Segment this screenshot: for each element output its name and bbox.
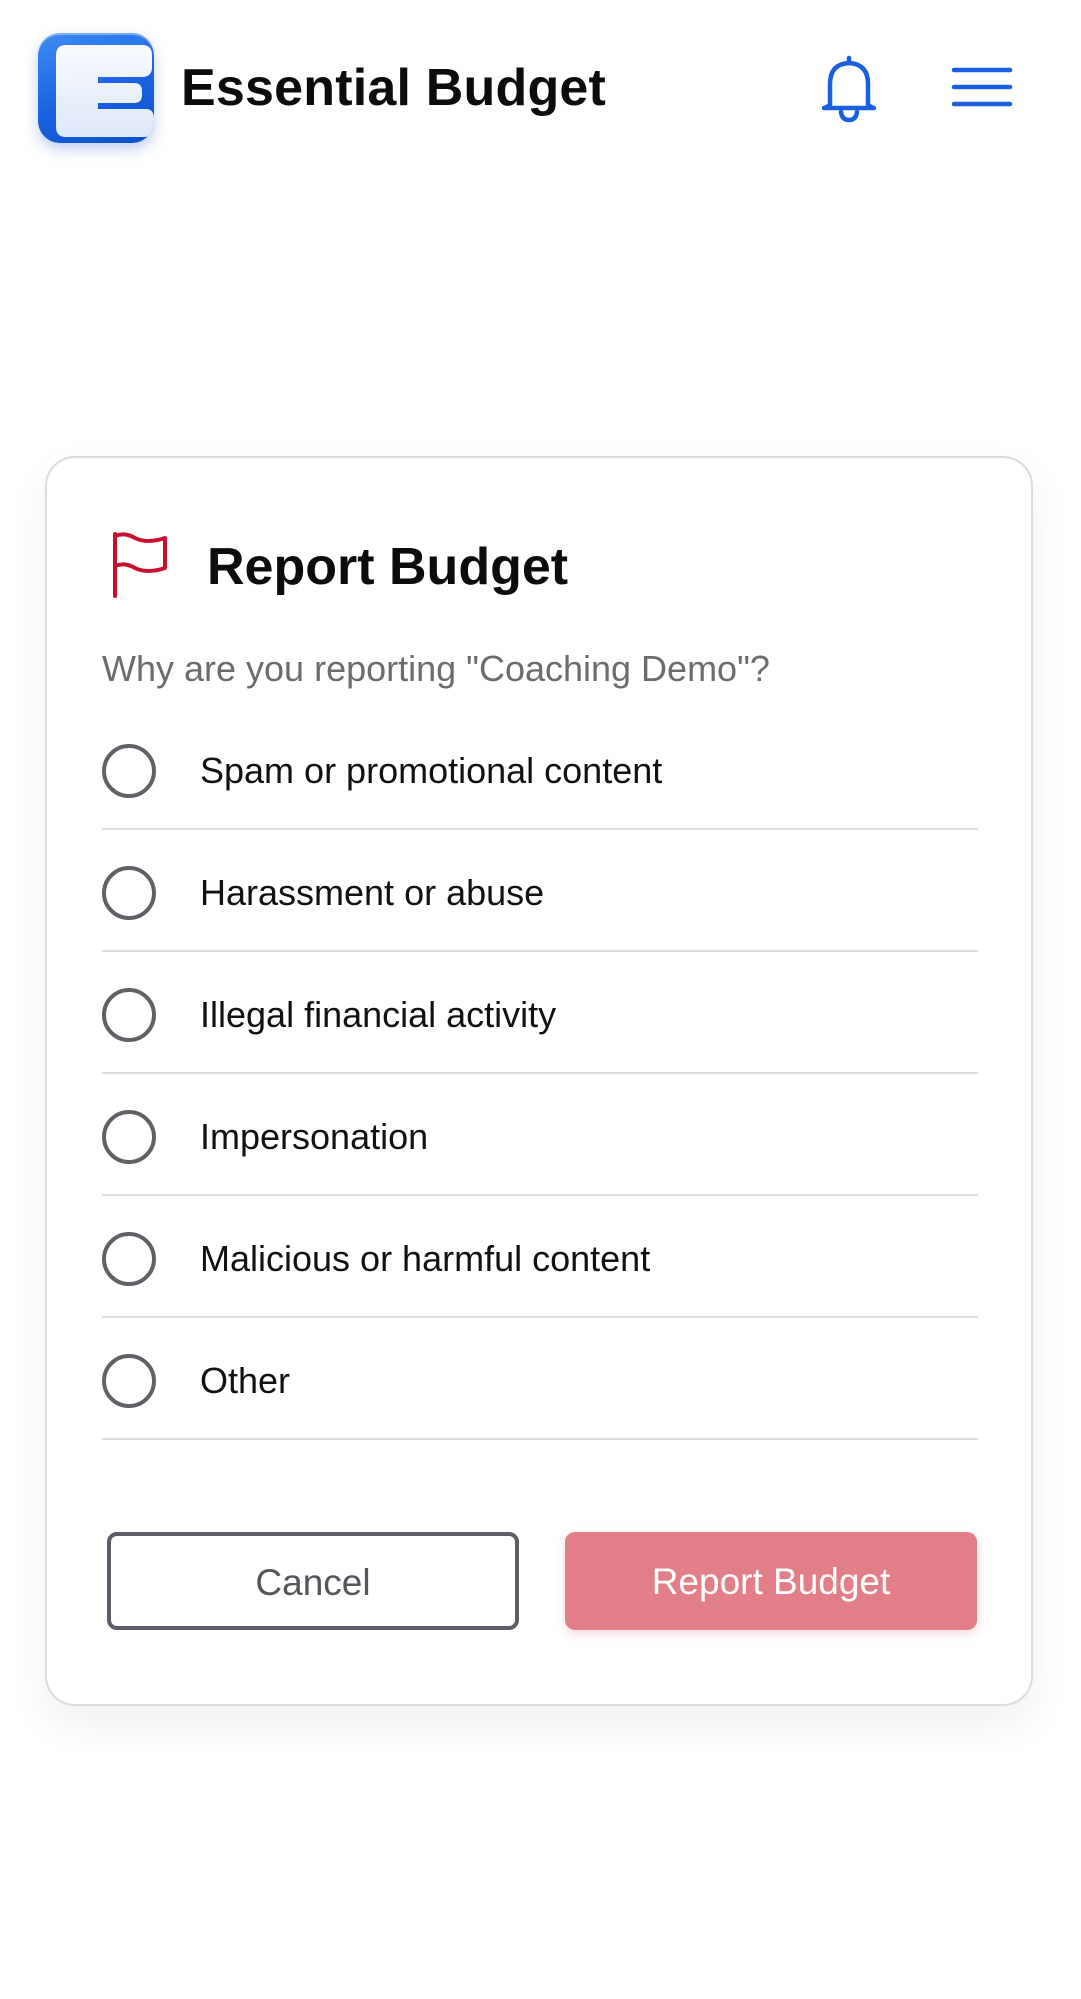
flag-icon	[107, 528, 173, 600]
radio-button[interactable]	[102, 988, 156, 1042]
report-budget-dialog: Report Budget Why are you reporting "Coa…	[45, 456, 1033, 1706]
app-title: Essential Budget	[181, 59, 607, 117]
cancel-button[interactable]: Cancel	[107, 1532, 519, 1630]
reason-option-spam[interactable]: Spam or promotional content	[102, 708, 978, 830]
reason-option-label: Illegal financial activity	[200, 994, 557, 1035]
app-logo-icon[interactable]	[38, 33, 154, 143]
reason-option-malicious[interactable]: Malicious or harmful content	[102, 1196, 978, 1318]
reason-option-impersonation[interactable]: Impersonation	[102, 1074, 978, 1196]
reason-option-illegal-activity[interactable]: Illegal financial activity	[102, 952, 978, 1074]
report-reason-options: Spam or promotional content Harassment o…	[102, 708, 978, 1440]
reason-option-label: Impersonation	[200, 1116, 429, 1157]
radio-button[interactable]	[102, 1110, 156, 1164]
app-screen: Essential Budget Report Budget Why are y…	[0, 0, 1081, 1999]
radio-button[interactable]	[102, 744, 156, 798]
report-budget-button[interactable]: Report Budget	[565, 1532, 977, 1630]
app-header: Essential Budget	[0, 0, 1081, 180]
reason-option-label: Other	[200, 1360, 291, 1401]
hamburger-menu-icon[interactable]	[950, 62, 1014, 114]
bell-icon[interactable]	[816, 52, 882, 124]
reason-option-other[interactable]: Other	[102, 1318, 978, 1440]
reason-option-label: Harassment or abuse	[200, 872, 545, 913]
reason-option-label: Malicious or harmful content	[200, 1238, 651, 1279]
logo-letter-e	[56, 45, 154, 137]
radio-button[interactable]	[102, 1232, 156, 1286]
reason-option-harassment[interactable]: Harassment or abuse	[102, 830, 978, 952]
radio-button[interactable]	[102, 1354, 156, 1408]
reason-option-label: Spam or promotional content	[200, 750, 663, 791]
radio-button[interactable]	[102, 866, 156, 920]
dialog-title: Report Budget	[207, 538, 569, 596]
dialog-question: Why are you reporting "Coaching Demo"?	[102, 648, 770, 689]
